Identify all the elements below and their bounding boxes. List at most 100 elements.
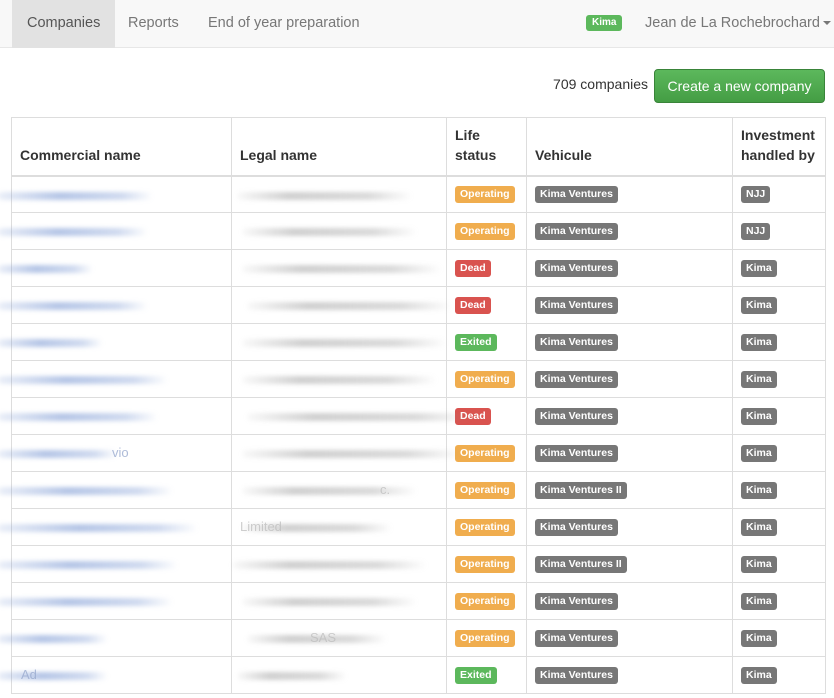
header-life-status[interactable]: Life status — [446, 117, 527, 177]
status-badge: Operating — [455, 482, 515, 499]
commercial-name-cell[interactable] — [0, 249, 232, 287]
header-commercial-name[interactable]: Commercial name — [11, 117, 232, 177]
commercial-name-cell[interactable] — [0, 545, 232, 583]
blurred-company-link[interactable] — [0, 228, 148, 236]
header-investment-line2: handled by — [741, 146, 815, 163]
vehicule-badge: Kima Ventures — [535, 667, 618, 684]
vehicule-cell: Kima Ventures — [526, 286, 733, 324]
tab-reports[interactable]: Reports — [113, 0, 194, 48]
vehicule-badge: Kima Ventures — [535, 334, 618, 351]
commercial-name-cell[interactable] — [0, 212, 232, 250]
blurred-company-link[interactable] — [0, 561, 178, 569]
vehicule-cell: Kima Ventures II — [526, 545, 733, 583]
commercial-name-cell[interactable] — [0, 508, 232, 546]
blurred-company-link[interactable] — [0, 265, 93, 273]
commercial-name-cell[interactable] — [0, 397, 232, 435]
table-row[interactable]: Dead Kima Ventures Kima — [0, 397, 826, 435]
tab-end-of-year-preparation[interactable]: End of year preparation — [193, 0, 375, 48]
status-badge: Exited — [455, 667, 497, 684]
header-vehicule[interactable]: Vehicule — [526, 117, 733, 177]
handled-by-cell: NJJ — [732, 175, 826, 213]
handled-by-cell: Kima — [732, 508, 826, 546]
blurred-company-link[interactable] — [0, 191, 153, 200]
handled-by-badge: Kima — [741, 371, 777, 388]
handled-by-badge: Kima — [741, 519, 777, 536]
blurred-company-link[interactable] — [0, 598, 173, 606]
commercial-name-cell[interactable]: Ad — [0, 656, 232, 694]
blurred-legal-name — [247, 413, 472, 421]
blurred-company-link[interactable] — [0, 672, 108, 680]
handled-by-badge: Kima — [741, 482, 777, 499]
table-row[interactable]: vio Operating Kima Ventures Kima — [0, 434, 826, 472]
commercial-name-fragment[interactable]: vio — [112, 445, 129, 460]
handled-by-badge: Kima — [741, 260, 777, 277]
vehicule-cell: Kima Ventures — [526, 656, 733, 694]
handled-by-cell: Kima — [732, 360, 826, 398]
companies-table-container: Commercial name Legal name Life status Ve… — [0, 117, 826, 694]
commercial-name-cell[interactable] — [0, 360, 232, 398]
handled-by-badge: Kima — [741, 445, 777, 462]
blurred-legal-name — [242, 487, 417, 495]
top-navbar: Companies Reports End of year preparatio… — [0, 0, 834, 48]
table-header-row: Commercial name Legal name Life status Ve… — [11, 117, 826, 177]
blurred-company-link[interactable] — [0, 524, 198, 532]
handled-by-cell: Kima — [732, 656, 826, 694]
vehicule-badge: Kima Ventures — [535, 519, 618, 536]
handled-by-cell: Kima — [732, 249, 826, 287]
organization-badge: Kima — [586, 15, 623, 31]
blurred-company-link[interactable] — [0, 302, 148, 310]
blurred-company-link[interactable] — [0, 487, 173, 495]
table-row[interactable]: Operating Kima Ventures NJJ — [0, 212, 826, 250]
legal-name-cell — [231, 175, 447, 213]
table-row[interactable]: Operating Kima Ventures Kima — [0, 360, 826, 398]
table-row[interactable]: Operating Kima Ventures NJJ — [0, 175, 826, 213]
table-row[interactable]: SAS Operating Kima Ventures Kima — [0, 619, 826, 657]
commercial-name-cell[interactable] — [0, 286, 232, 324]
status-badge: Operating — [455, 371, 515, 388]
blurred-company-link[interactable] — [0, 450, 118, 458]
table-row[interactable]: Operating Kima Ventures Kima — [0, 582, 826, 620]
life-status-cell: Operating — [446, 471, 527, 509]
table-row[interactable]: Operating Kima Ventures II Kima — [0, 545, 826, 583]
blurred-company-link[interactable] — [0, 413, 158, 421]
life-status-cell: Operating — [446, 545, 527, 583]
vehicule-cell: Kima Ventures — [526, 249, 733, 287]
status-badge: Exited — [455, 334, 497, 351]
commercial-name-cell[interactable] — [0, 471, 232, 509]
tab-companies[interactable]: Companies — [12, 0, 116, 48]
blurred-company-link[interactable] — [0, 376, 168, 384]
header-legal-name[interactable]: Legal name — [231, 117, 447, 177]
status-badge: Operating — [455, 519, 515, 536]
vehicule-cell: Kima Ventures — [526, 582, 733, 620]
handled-by-cell: Kima — [732, 286, 826, 324]
vehicule-badge: Kima Ventures — [535, 445, 618, 462]
commercial-name-cell[interactable] — [0, 323, 232, 361]
commercial-name-cell[interactable] — [0, 175, 232, 213]
commercial-name-fragment[interactable]: Ad — [21, 667, 37, 682]
table-row[interactable]: c. Operating Kima Ventures II Kima — [0, 471, 826, 509]
vehicule-cell: Kima Ventures — [526, 619, 733, 657]
vehicule-cell: Kima Ventures — [526, 323, 733, 361]
blurred-company-link[interactable] — [0, 635, 108, 643]
commercial-name-cell[interactable] — [0, 619, 232, 657]
header-investment-handled-by[interactable]: Investment handled by — [732, 117, 826, 177]
commercial-name-cell[interactable] — [0, 582, 232, 620]
handled-by-badge: Kima — [741, 297, 777, 314]
table-row[interactable]: Dead Kima Ventures Kima — [0, 249, 826, 287]
table-row[interactable]: Limited Operating Kima Ventures Kima — [0, 508, 826, 546]
companies-table-body: Operating Kima Ventures NJJ Operating Kima V… — [0, 175, 826, 694]
blurred-legal-name — [242, 376, 437, 384]
companies-count: 709 companies — [553, 76, 648, 92]
table-row[interactable]: Exited Kima Ventures Kima — [0, 323, 826, 361]
user-menu-dropdown[interactable]: Jean de La Rochebrochard — [645, 0, 831, 48]
life-status-cell: Operating — [446, 508, 527, 546]
table-row[interactable]: Ad Exited Kima Ventures Kima — [0, 656, 826, 694]
handled-by-cell: Kima — [732, 582, 826, 620]
blurred-legal-name — [242, 339, 447, 347]
table-row[interactable]: Dead Kima Ventures Kima — [0, 286, 826, 324]
blurred-company-link[interactable] — [0, 339, 103, 347]
commercial-name-cell[interactable]: vio — [0, 434, 232, 472]
status-badge: Dead — [455, 260, 491, 277]
create-company-button[interactable]: Create a new company — [654, 69, 825, 103]
handled-by-cell: Kima — [732, 434, 826, 472]
